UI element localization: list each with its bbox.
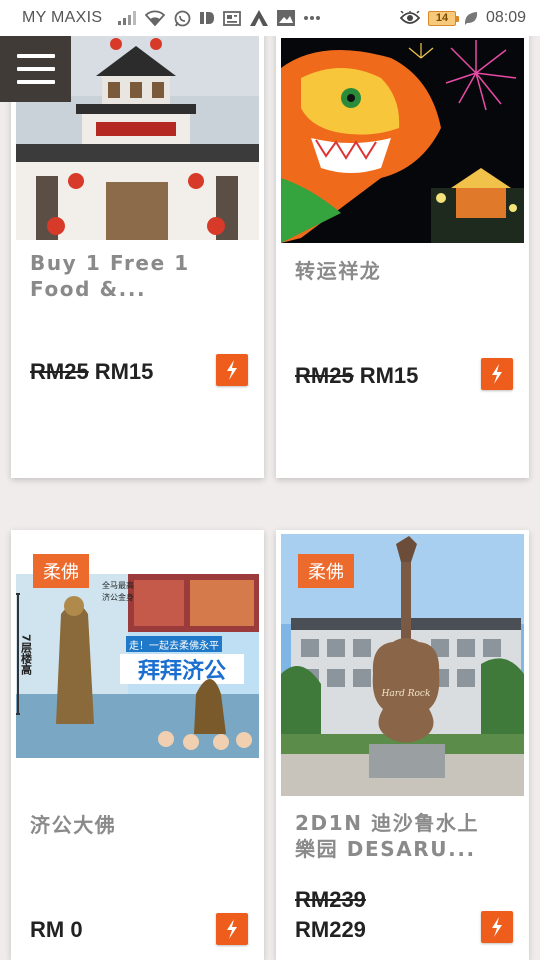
sale-price: RM 0 [30,917,83,942]
product-card[interactable]: 转运祥龙 RM25 RM15 [276,22,529,478]
price-row: RM 0 [30,917,83,943]
product-card[interactable]: Hard Rock 柔佛 2D1N 迪沙鲁水上 樂园 DESARU... RM2… [276,530,529,960]
app-notification-icon [200,10,215,26]
poster-badge-line1: 全马最高 [102,580,134,590]
eye-comfort-icon [399,11,420,25]
price-row: RM239 RM229 [295,885,366,945]
status-bar: MY MAXIS 14 08:09 [0,0,540,36]
sale-price: RM15 [359,363,419,388]
battery-saver-leaf-icon [464,11,478,26]
carrier-name: MY MAXIS [22,9,103,26]
product-card[interactable]: 走！一起去柔佛永平 拜拜济公 7层楼高 全马最高 济公金身 柔佛 济公大佛 RM… [11,530,264,960]
more-notifications-icon [304,15,321,21]
poster-headline: 拜拜济公 [138,658,226,684]
product-title[interactable]: Buy 1 Free 1 Food &... [30,250,246,302]
flash-deal-button[interactable] [481,358,513,390]
lightning-icon [227,360,237,380]
menu-button[interactable] [0,36,71,102]
flash-deal-button[interactable] [481,911,513,943]
original-price: RM25 [30,359,89,384]
original-price: RM25 [295,363,354,388]
menu-bar-line [16,80,55,84]
poster-subline: 走！一起去柔佛永平 [129,639,219,652]
product-image-jigong-poster[interactable]: 走！一起去柔佛永平 拜拜济公 7层楼高 全马最高 济公金身 [16,574,259,758]
battery-level: 14 [435,12,449,24]
gallery-icon [277,10,296,26]
menu-bar-line [16,67,55,71]
price-row: RM25 RM15 [295,363,418,389]
location-tag: 柔佛 [33,554,89,588]
poster-badge-line2: 济公金身 [102,592,134,602]
sale-price: RM229 [295,917,366,942]
poster-floors: 7层楼高 [20,634,34,675]
clock: 08:09 [485,9,526,26]
lightning-icon [227,919,237,939]
location-tag: 柔佛 [298,554,354,588]
product-title[interactable]: 转运祥龙 [295,258,511,284]
news-icon [223,10,242,26]
arrow-app-icon [250,10,269,26]
product-image-dragon[interactable] [281,38,524,243]
whatsapp-icon [174,10,191,27]
sale-price: RM15 [94,359,154,384]
flash-deal-button[interactable] [216,354,248,386]
guitar-logo-hard-rock: Hard Rock [381,689,431,699]
signal-icon [118,11,137,25]
price-row: RM25 RM15 [30,359,153,385]
product-title[interactable]: 2D1N 迪沙鲁水上 樂园 DESARU... [295,810,511,862]
product-title[interactable]: 济公大佛 [30,812,246,838]
lightning-icon [492,364,502,384]
wifi-icon [145,10,166,26]
original-price: RM239 [295,887,366,912]
flash-deal-button[interactable] [216,913,248,945]
menu-bar-line [16,54,55,58]
lightning-icon [492,917,502,937]
battery-icon: 14 [427,10,459,26]
